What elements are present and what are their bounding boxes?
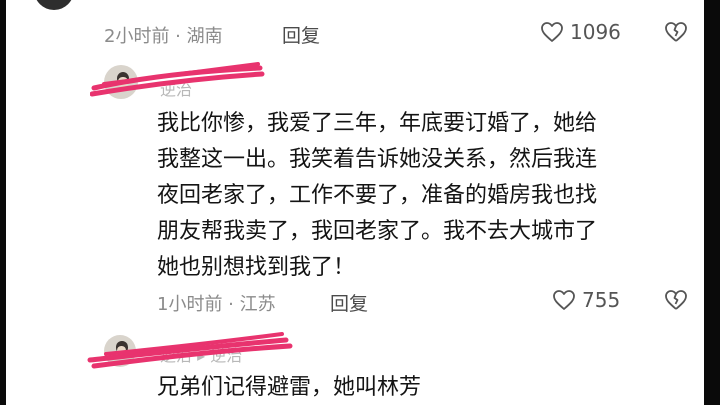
like-count: 755 [582, 288, 621, 312]
heart-outline-icon [540, 21, 564, 43]
like-count: 1096 [570, 20, 621, 44]
avatar [34, 0, 74, 10]
reply-button[interactable]: 回复 [282, 21, 320, 48]
reply-button[interactable]: 回复 [330, 289, 368, 316]
username[interactable]: 逆治 [160, 76, 192, 100]
screen-edge-right [704, 0, 720, 405]
comment-meta: 1小时前 · 江苏 [157, 294, 276, 315]
broken-heart-icon [664, 21, 688, 43]
previous-comment-cropped [0, 0, 704, 14]
broken-heart-icon [664, 289, 688, 311]
dislike-button[interactable] [664, 289, 688, 311]
screen-edge-left [0, 0, 6, 405]
comment-text: 我比你惨，我爱了三年，年底要订婚了，她给 我整这一出。我笑着告诉她没关系，然后我… [157, 111, 598, 280]
avatar[interactable] [104, 65, 138, 99]
like-button[interactable]: 1096 [540, 20, 621, 44]
heart-outline-icon [552, 289, 576, 311]
comment-text: 兄弟们记得避雷，她叫林芳 [157, 375, 422, 400]
avatar[interactable] [104, 335, 136, 367]
comment-meta: 2小时前 · 湖南 [104, 26, 223, 47]
username[interactable]: 逆治 ▸ 逆治 [160, 342, 242, 366]
like-button[interactable]: 755 [552, 288, 620, 312]
dislike-button[interactable] [664, 21, 688, 43]
